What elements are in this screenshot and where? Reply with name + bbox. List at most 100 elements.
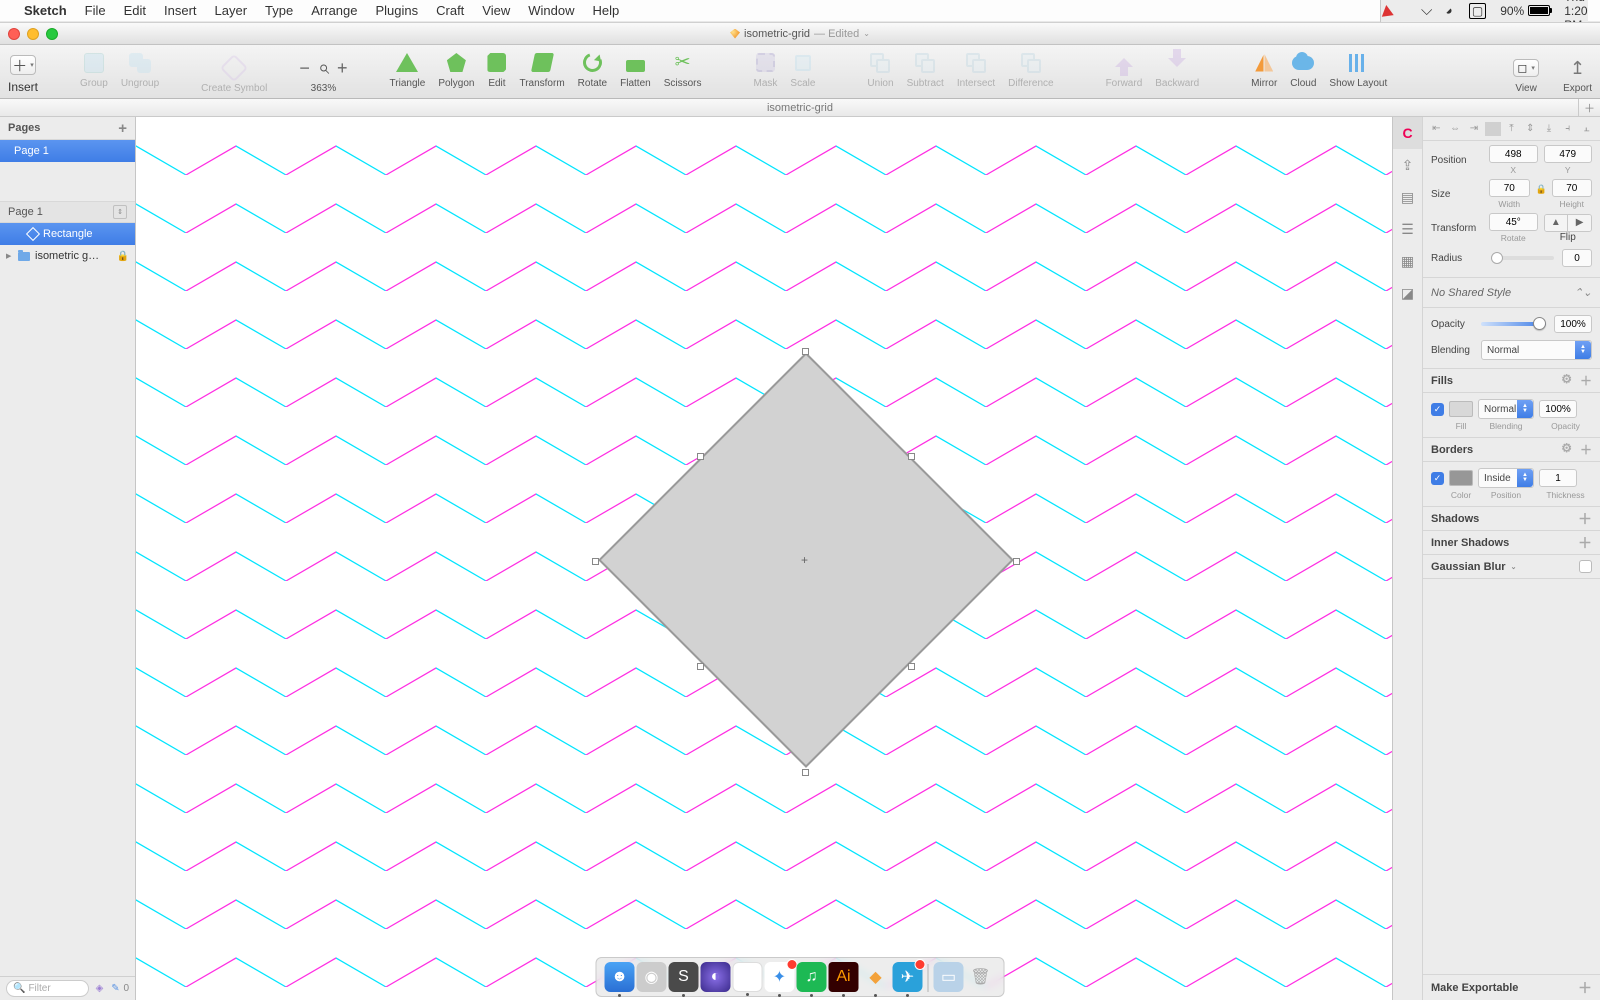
- add-shadow-button[interactable]: ＋: [1578, 509, 1592, 529]
- mirror-button[interactable]: Mirror: [1251, 51, 1277, 93]
- menu-help[interactable]: Help: [593, 3, 620, 18]
- page-item[interactable]: Page 1: [0, 140, 135, 162]
- dock-telegram[interactable]: ✈: [893, 962, 923, 992]
- polygon-tool[interactable]: Polygon: [438, 51, 474, 93]
- height-input[interactable]: [1552, 179, 1593, 197]
- fill-color-swatch[interactable]: [1449, 401, 1473, 417]
- menu-type[interactable]: Type: [265, 3, 293, 18]
- insert-button[interactable]: ＋▾ Insert: [8, 45, 38, 98]
- plugin-tab-prototype[interactable]: ☰: [1393, 213, 1422, 245]
- borders-settings-icon[interactable]: ⚙: [1561, 441, 1572, 458]
- selection-handle[interactable]: [697, 453, 704, 460]
- menu-plugins[interactable]: Plugins: [375, 3, 418, 18]
- fill-enabled-checkbox[interactable]: ✓: [1431, 403, 1444, 416]
- menu-edit[interactable]: Edit: [124, 3, 146, 18]
- magnifier-icon[interactable]: ⌕: [318, 57, 329, 80]
- window-minimize-button[interactable]: [27, 28, 39, 40]
- flip-v-button[interactable]: ▶: [1568, 215, 1591, 231]
- fill-opacity-input[interactable]: [1539, 400, 1577, 418]
- mask-button[interactable]: Mask: [754, 51, 778, 93]
- fills-settings-icon[interactable]: ⚙: [1561, 372, 1572, 389]
- shared-style-select[interactable]: No Shared Style ⌃⌄: [1423, 278, 1600, 308]
- window-maximize-button[interactable]: [46, 28, 58, 40]
- new-tab-button[interactable]: ＋: [1578, 99, 1600, 116]
- radius-slider[interactable]: [1491, 256, 1554, 260]
- symbol-filter[interactable]: ◈: [93, 983, 105, 995]
- wifi-icon[interactable]: ◗: [1442, 2, 1459, 19]
- slice-filter[interactable]: ✎0: [109, 983, 129, 995]
- add-inner-shadow-button[interactable]: ＋: [1578, 533, 1592, 553]
- make-exportable-header[interactable]: Make Exportable ＋: [1423, 974, 1600, 1000]
- align-top-icon[interactable]: ⤒: [1503, 122, 1519, 136]
- dock-spotify[interactable]: ♫: [797, 962, 827, 992]
- dock-sublime[interactable]: S: [669, 962, 699, 992]
- align-center-v-icon[interactable]: ⇕: [1522, 122, 1538, 136]
- scissors-tool[interactable]: ✂Scissors: [664, 51, 702, 93]
- triangle-tool[interactable]: Triangle: [390, 51, 426, 93]
- fill-blend-select[interactable]: Normal▲▼: [1478, 399, 1534, 419]
- document-title[interactable]: isometric-grid — Edited ⌄: [730, 28, 870, 40]
- radius-input[interactable]: [1562, 249, 1592, 267]
- difference-button[interactable]: Difference: [1008, 51, 1053, 93]
- layer-isometric-grid[interactable]: ▶ isometric g… 🔒: [0, 245, 135, 267]
- artboard-expand-icon[interactable]: ⇕: [113, 205, 127, 219]
- artboard-header[interactable]: Page 1 ⇕: [0, 202, 135, 223]
- cloud-button[interactable]: Cloud: [1290, 51, 1316, 93]
- pos-y-input[interactable]: [1544, 145, 1593, 163]
- flatten-tool[interactable]: Flatten: [620, 51, 651, 93]
- dock-finder[interactable]: ☻: [605, 962, 635, 992]
- plugin-tab-duplicate[interactable]: ▦: [1393, 245, 1422, 277]
- menu-file[interactable]: File: [85, 3, 106, 18]
- selection-handle[interactable]: [592, 558, 599, 565]
- border-enabled-checkbox[interactable]: ✓: [1431, 472, 1444, 485]
- border-thickness-input[interactable]: [1539, 469, 1577, 487]
- add-export-button[interactable]: ＋: [1578, 978, 1592, 998]
- edit-tool[interactable]: Edit: [487, 51, 506, 93]
- canvas[interactable]: +: [136, 117, 1392, 1000]
- lock-icon[interactable]: 🔒: [117, 251, 129, 262]
- menu-craft[interactable]: Craft: [436, 3, 464, 18]
- distribute-v-icon[interactable]: ⫠: [1579, 122, 1595, 136]
- group-button[interactable]: Group: [80, 51, 108, 93]
- chevron-updown-icon[interactable]: ⌄: [1511, 563, 1517, 571]
- rotate-tool[interactable]: Rotate: [578, 51, 607, 93]
- align-bottom-icon[interactable]: ⤓: [1541, 122, 1557, 136]
- layer-filter-input[interactable]: 🔍 Filter: [6, 980, 89, 997]
- distribute-h-icon[interactable]: ⫞: [1560, 122, 1576, 136]
- pos-x-input[interactable]: [1489, 145, 1538, 163]
- menu-layer[interactable]: Layer: [215, 3, 248, 18]
- align-right-icon[interactable]: ⇥: [1466, 122, 1482, 136]
- opacity-input[interactable]: [1554, 315, 1592, 333]
- selection-handle[interactable]: [802, 769, 809, 776]
- selection-handle[interactable]: [1013, 558, 1020, 565]
- view-button[interactable]: ◻▾View: [1513, 45, 1539, 98]
- add-fill-button[interactable]: ＋: [1580, 372, 1592, 389]
- align-center-h-icon[interactable]: ⇔: [1447, 122, 1463, 136]
- add-page-button[interactable]: +: [118, 120, 127, 137]
- ungroup-button[interactable]: Ungroup: [121, 51, 159, 93]
- opacity-slider[interactable]: [1481, 322, 1546, 326]
- border-color-swatch[interactable]: [1449, 470, 1473, 486]
- dock-sketch[interactable]: ◆: [861, 962, 891, 992]
- dock-illustrator[interactable]: Ai: [829, 962, 859, 992]
- selection-handle[interactable]: [697, 663, 704, 670]
- bluetooth-icon[interactable]: ⌵: [1421, 2, 1432, 19]
- add-border-button[interactable]: ＋: [1580, 441, 1592, 458]
- rotate-input[interactable]: [1489, 213, 1538, 231]
- plugin-tab-stock[interactable]: ◪: [1393, 277, 1422, 309]
- dock-trash[interactable]: 🗑: [966, 962, 996, 992]
- battery-indicator[interactable]: 90%: [1500, 4, 1550, 18]
- lock-aspect-icon[interactable]: 🔒: [1536, 184, 1546, 195]
- blur-enabled-checkbox[interactable]: [1579, 560, 1592, 573]
- selection-handle[interactable]: [802, 348, 809, 355]
- flip-h-button[interactable]: ▲: [1545, 215, 1569, 231]
- transform-tool[interactable]: Transform: [519, 51, 564, 93]
- forward-button[interactable]: Forward: [1106, 51, 1143, 93]
- menu-insert[interactable]: Insert: [164, 3, 197, 18]
- menu-view[interactable]: View: [482, 3, 510, 18]
- selection-handle[interactable]: [908, 453, 915, 460]
- blending-select[interactable]: Normal ▲▼: [1481, 340, 1592, 360]
- align-left-icon[interactable]: ⇤: [1428, 122, 1444, 136]
- plugin-tab-craft[interactable]: C: [1393, 117, 1422, 149]
- menu-window[interactable]: Window: [528, 3, 574, 18]
